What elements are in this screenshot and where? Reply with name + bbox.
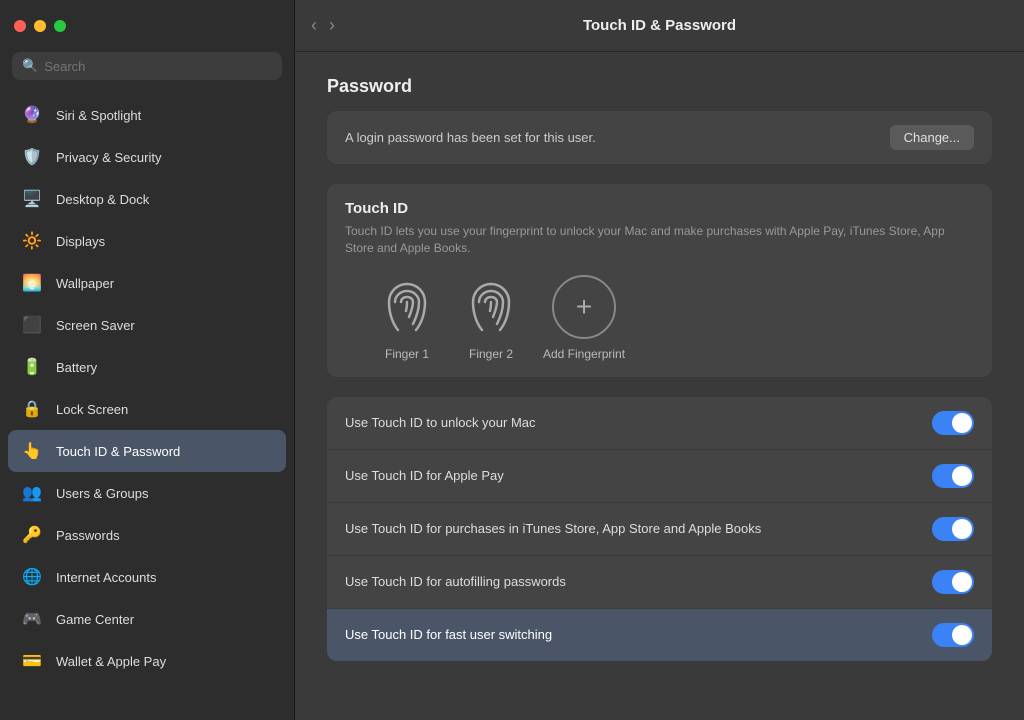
finger2-item[interactable]: Finger 2 <box>459 275 523 361</box>
sidebar-icon-wallpaper: 🌅 <box>18 269 46 297</box>
sidebar-label-displays: Displays <box>56 234 105 249</box>
sidebar-item-siri-spotlight[interactable]: 🔮 Siri & Spotlight <box>8 94 286 136</box>
finger2-label: Finger 2 <box>469 347 513 361</box>
password-row: A login password has been set for this u… <box>327 111 992 164</box>
sidebar-label-lock-screen: Lock Screen <box>56 402 128 417</box>
finger2-icon <box>459 275 523 339</box>
search-icon: 🔍 <box>22 58 38 74</box>
sidebar-icon-game-center: 🎮 <box>18 605 46 633</box>
sidebar-icon-siri-spotlight: 🔮 <box>18 101 46 129</box>
sidebar-label-users-groups: Users & Groups <box>56 486 148 501</box>
sidebar-icon-touch-id-password: 👆 <box>18 437 46 465</box>
sidebar-icon-displays: 🔆 <box>18 227 46 255</box>
sidebar-icon-passwords: 🔑 <box>18 521 46 549</box>
touch-id-description: Touch ID lets you use your fingerprint t… <box>345 223 974 257</box>
sidebar-item-game-center[interactable]: 🎮 Game Center <box>8 598 286 640</box>
touch-id-section: Touch ID Touch ID lets you use your fing… <box>327 184 992 377</box>
sidebar-item-users-groups[interactable]: 👥 Users & Groups <box>8 472 286 514</box>
sidebar-list: 🔮 Siri & Spotlight 🛡️ Privacy & Security… <box>0 90 294 720</box>
sidebar-item-privacy-security[interactable]: 🛡️ Privacy & Security <box>8 136 286 178</box>
sidebar-item-internet-accounts[interactable]: 🌐 Internet Accounts <box>8 556 286 598</box>
finger1-label: Finger 1 <box>385 347 429 361</box>
sidebar-label-battery: Battery <box>56 360 97 375</box>
toggle-switch-itunes-store[interactable] <box>932 517 974 541</box>
content-area: Password A login password has been set f… <box>295 52 1024 720</box>
toggle-row-autofill: Use Touch ID for autofilling passwords <box>327 556 992 609</box>
finger1-icon <box>375 275 439 339</box>
toggle-row-unlock-mac: Use Touch ID to unlock your Mac <box>327 397 992 450</box>
sidebar-label-desktop-dock: Desktop & Dock <box>56 192 149 207</box>
toggle-label-unlock-mac: Use Touch ID to unlock your Mac <box>345 414 932 432</box>
sidebar-label-screen-saver: Screen Saver <box>56 318 135 333</box>
add-fingerprint-icon: + <box>552 275 616 339</box>
sidebar-icon-desktop-dock: 🖥️ <box>18 185 46 213</box>
sidebar-icon-screen-saver: ⬛ <box>18 311 46 339</box>
sidebar-item-desktop-dock[interactable]: 🖥️ Desktop & Dock <box>8 178 286 220</box>
toggle-label-user-switching: Use Touch ID for fast user switching <box>345 626 932 644</box>
toggle-list: Use Touch ID to unlock your Mac Use Touc… <box>327 397 992 661</box>
sidebar-item-touch-id-password[interactable]: 👆 Touch ID & Password <box>8 430 286 472</box>
sidebar-item-wallet-apple-pay[interactable]: 💳 Wallet & Apple Pay <box>8 640 286 682</box>
toggle-switch-unlock-mac[interactable] <box>932 411 974 435</box>
sidebar-item-screen-saver[interactable]: ⬛ Screen Saver <box>8 304 286 346</box>
sidebar-label-wallet-apple-pay: Wallet & Apple Pay <box>56 654 166 669</box>
toggle-switch-apple-pay[interactable] <box>932 464 974 488</box>
toggle-label-autofill: Use Touch ID for autofilling passwords <box>345 573 932 591</box>
sidebar-icon-privacy-security: 🛡️ <box>18 143 46 171</box>
header-nav: ‹ › <box>307 13 339 38</box>
minimize-button[interactable] <box>34 20 46 32</box>
close-button[interactable] <box>14 20 26 32</box>
sidebar-item-battery[interactable]: 🔋 Battery <box>8 346 286 388</box>
sidebar-item-lock-screen[interactable]: 🔒 Lock Screen <box>8 388 286 430</box>
sidebar-label-privacy-security: Privacy & Security <box>56 150 161 165</box>
header: ‹ › Touch ID & Password <box>295 0 1024 52</box>
search-bar[interactable]: 🔍 <box>12 52 282 80</box>
toggle-switch-autofill[interactable] <box>932 570 974 594</box>
maximize-button[interactable] <box>54 20 66 32</box>
toggle-row-itunes-store: Use Touch ID for purchases in iTunes Sto… <box>327 503 992 556</box>
password-description: A login password has been set for this u… <box>345 130 596 145</box>
sidebar-icon-internet-accounts: 🌐 <box>18 563 46 591</box>
back-button[interactable]: ‹ <box>307 13 321 38</box>
sidebar-label-passwords: Passwords <box>56 528 120 543</box>
sidebar-label-internet-accounts: Internet Accounts <box>56 570 156 585</box>
toggle-switch-user-switching[interactable] <box>932 623 974 647</box>
sidebar-label-wallpaper: Wallpaper <box>56 276 114 291</box>
toggle-label-apple-pay: Use Touch ID for Apple Pay <box>345 467 932 485</box>
main-content: ‹ › Touch ID & Password Password A login… <box>295 0 1024 720</box>
forward-button[interactable]: › <box>325 13 339 38</box>
sidebar: 🔍 🔮 Siri & Spotlight 🛡️ Privacy & Securi… <box>0 0 295 720</box>
sidebar-label-siri-spotlight: Siri & Spotlight <box>56 108 141 123</box>
sidebar-icon-users-groups: 👥 <box>18 479 46 507</box>
toggle-row-user-switching: Use Touch ID for fast user switching <box>327 609 992 661</box>
change-password-button[interactable]: Change... <box>890 125 974 150</box>
fingerprints-container: Finger 1 Finger 2 + <box>345 275 974 361</box>
titlebar <box>0 0 294 52</box>
sidebar-item-passwords[interactable]: 🔑 Passwords <box>8 514 286 556</box>
add-fingerprint-label: Add Fingerprint <box>543 347 625 361</box>
sidebar-icon-wallet-apple-pay: 💳 <box>18 647 46 675</box>
toggle-label-itunes-store: Use Touch ID for purchases in iTunes Sto… <box>345 520 932 538</box>
sidebar-item-wallpaper[interactable]: 🌅 Wallpaper <box>8 262 286 304</box>
add-fingerprint-item[interactable]: + Add Fingerprint <box>543 275 625 361</box>
sidebar-icon-battery: 🔋 <box>18 353 46 381</box>
toggle-row-apple-pay: Use Touch ID for Apple Pay <box>327 450 992 503</box>
sidebar-item-displays[interactable]: 🔆 Displays <box>8 220 286 262</box>
sidebar-label-game-center: Game Center <box>56 612 134 627</box>
sidebar-icon-lock-screen: 🔒 <box>18 395 46 423</box>
search-input[interactable] <box>44 59 272 74</box>
password-section-label: Password <box>327 76 992 97</box>
touch-id-title: Touch ID <box>345 200 974 217</box>
sidebar-label-touch-id-password: Touch ID & Password <box>56 444 180 459</box>
finger1-item[interactable]: Finger 1 <box>375 275 439 361</box>
header-title: Touch ID & Password <box>583 17 736 34</box>
